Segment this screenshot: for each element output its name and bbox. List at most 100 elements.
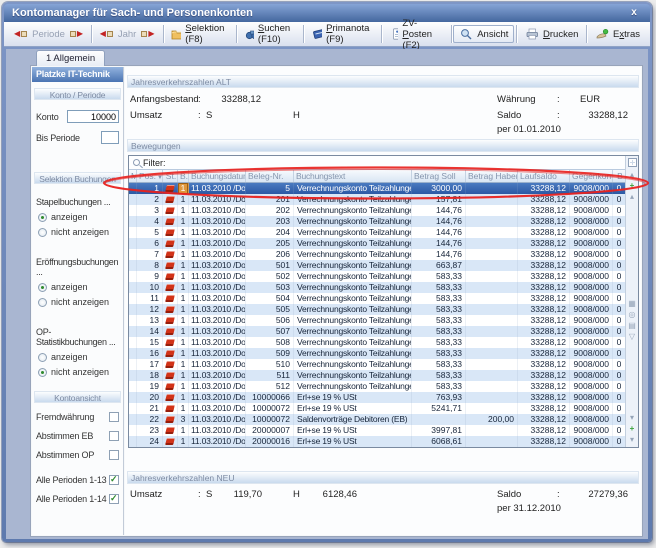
table-row[interactable]: 12 1 11.03.2010 /Do 505 Verrechnungskont… <box>129 304 625 315</box>
jahr-next-button[interactable]: ▶ <box>139 28 156 40</box>
umsatz-neu-h-value: 6128,46 <box>305 489 357 500</box>
table-row[interactable]: 11 1 11.03.2010 /Do 504 Verrechnungskont… <box>129 293 625 304</box>
scroll-first-icon[interactable]: ▴ <box>630 170 634 179</box>
arrow-right-icon: ▶ <box>77 29 83 39</box>
booking-stamp-icon <box>165 273 175 280</box>
suchen-button[interactable]: Suchen (F10) <box>239 20 301 48</box>
column-header-betrag-haben[interactable]: Betrag Haben <box>466 170 518 182</box>
column-header-buchungsdatum[interactable]: Buchungsdatum <box>189 170 246 182</box>
table-row[interactable]: 21 1 11.03.2010 /Do 10000072 Erl+se 19 %… <box>129 403 625 414</box>
grid-view-icon[interactable]: ▦ <box>628 299 636 308</box>
radio-icon <box>38 213 47 222</box>
folder-selection-icon <box>171 28 181 40</box>
selektion-button[interactable]: Selektion (F8) <box>165 20 234 48</box>
table-row[interactable]: 3 1 11.03.2010 /Do 202 Verrechnungskonto… <box>129 205 625 216</box>
radio-icon <box>38 298 47 307</box>
close-button[interactable]: x <box>626 4 642 22</box>
checkbox-fremdwaehrung[interactable]: Fremdwährung <box>36 412 119 422</box>
table-row[interactable]: 22 3 11.03.2010 /Do 10000072 Saldenvortr… <box>129 414 625 425</box>
table-row[interactable]: 16 1 11.03.2010 /Do 509 Verrechnungskont… <box>129 348 625 359</box>
table-row[interactable]: 2 1 11.03.2010 /Do 201 Verrechnungskonto… <box>129 194 625 205</box>
table-row[interactable]: 14 1 11.03.2010 /Do 507 Verrechnungskont… <box>129 326 625 337</box>
grid-filter-row[interactable]: Filter: <box>129 156 625 170</box>
checkbox-alle-perioden-14[interactable]: Alle Perioden 1-14 <box>36 494 119 504</box>
table-row[interactable]: 23 1 11.03.2010 /Do 20000007 Erl+se 19 %… <box>129 425 625 436</box>
radio-icon <box>38 353 47 362</box>
table-row[interactable]: 9 1 11.03.2010 /Do 502 Verrechnungskonto… <box>129 271 625 282</box>
toolbar-separator <box>303 25 304 43</box>
toolbar-separator <box>91 25 92 43</box>
periode-next-button[interactable]: ▶ <box>68 28 85 40</box>
details-icon[interactable]: ▤ <box>628 321 636 330</box>
table-row[interactable]: 10 1 11.03.2010 /Do 503 Verrechnungskont… <box>129 282 625 293</box>
bewegungen-rows: 1 1 11.03.2010 /Do 5 Verrechnungskonto T… <box>129 183 625 447</box>
jahr-prev-button[interactable]: ◀ <box>98 28 115 40</box>
booking-stamp-icon <box>165 394 175 401</box>
toolbar-separator <box>381 25 382 43</box>
extras-button[interactable]: Extras <box>589 25 646 43</box>
table-row[interactable]: 17 1 11.03.2010 /Do 510 Verrechnungskont… <box>129 359 625 370</box>
table-row[interactable]: 13 1 11.03.2010 /Do 506 Verrechnungskont… <box>129 315 625 326</box>
table-row[interactable]: 18 1 11.03.2010 /Do 511 Verrechnungskont… <box>129 370 625 381</box>
scroll-up-icon[interactable]: ▴ <box>630 192 634 201</box>
table-row[interactable]: 19 1 11.03.2010 /Do 512 Verrechnungskont… <box>129 381 625 392</box>
magnifier-icon <box>459 28 473 40</box>
radio-op-anzeigen[interactable]: anzeigen <box>38 352 119 362</box>
radio-op-nicht-anzeigen[interactable]: nicht anzeigen <box>38 367 119 377</box>
radio-eroeffnung-anzeigen[interactable]: anzeigen <box>38 282 119 292</box>
column-header-m[interactable]: M <box>129 170 137 182</box>
booking-stamp-icon <box>165 383 175 390</box>
checkbox-icon <box>109 450 119 460</box>
booking-stamp-icon <box>165 229 175 236</box>
table-row[interactable]: 20 1 11.03.2010 /Do 10000066 Erl+se 19 %… <box>129 392 625 403</box>
primanota-button[interactable]: Primanota (F9) <box>306 20 379 48</box>
filter-magnifier-icon <box>133 159 140 166</box>
column-header-laufsaldo[interactable]: Laufsaldo <box>518 170 570 182</box>
column-header-b2[interactable]: B <box>613 170 625 182</box>
table-row[interactable]: 15 1 11.03.2010 /Do 508 Verrechnungskont… <box>129 337 625 348</box>
append-row-icon[interactable]: + <box>630 424 635 433</box>
checkbox-abstimmen-op[interactable]: Abstimmen OP <box>36 450 119 460</box>
table-row[interactable]: 4 1 11.03.2010 /Do 203 Verrechnungskonto… <box>129 216 625 227</box>
column-header-st[interactable]: St. <box>163 170 178 182</box>
insert-row-icon[interactable]: + <box>630 181 635 190</box>
zv-posten-button[interactable]: ZV-Posten (F2) <box>384 15 449 54</box>
column-header-betrag-soll[interactable]: Betrag Soll <box>412 170 466 182</box>
table-row[interactable]: 5 1 11.03.2010 /Do 204 Verrechnungskonto… <box>129 227 625 238</box>
column-header-buchungstext[interactable]: Buchungstext <box>294 170 412 182</box>
scroll-down-icon[interactable]: ▾ <box>630 413 634 422</box>
column-header-beleg-nr[interactable]: Beleg-Nr. <box>246 170 294 182</box>
column-chooser-icon[interactable] <box>628 158 637 167</box>
scroll-last-icon[interactable]: ▾ <box>630 435 634 444</box>
konto-input[interactable] <box>67 110 119 123</box>
table-row[interactable]: 8 1 11.03.2010 /Do 501 Verrechnungskonto… <box>129 260 625 271</box>
column-header-b[interactable]: B. <box>178 170 189 182</box>
jahresverkehrszahlen-alt-header: Jahresverkehrszahlen ALT <box>127 75 639 88</box>
ansicht-button[interactable]: Ansicht <box>453 25 514 43</box>
tab-allgemein[interactable]: 1 Allgemein <box>36 50 105 66</box>
column-header-gegenkonto[interactable]: Gegenkonto <box>570 170 613 182</box>
checkbox-alle-perioden-13[interactable]: Alle Perioden 1-13 <box>36 475 119 485</box>
periode-prev-button[interactable]: ◀ <box>12 28 29 40</box>
strip-top-group: ▴ + ▴ <box>630 170 635 201</box>
filter-icon[interactable]: ▽ <box>629 332 635 341</box>
radio-stapel-anzeigen[interactable]: anzeigen <box>38 212 119 222</box>
period-box-icon <box>70 31 76 37</box>
table-row[interactable]: 7 1 11.03.2010 /Do 206 Verrechnungskonto… <box>129 249 625 260</box>
table-row[interactable]: 6 1 11.03.2010 /Do 205 Verrechnungskonto… <box>129 238 625 249</box>
zoom-row-icon[interactable]: ◎ <box>629 310 636 319</box>
toolbar-separator <box>163 25 164 43</box>
toolbar-separator <box>516 25 517 43</box>
radio-eroeffnung-nicht-anzeigen[interactable]: nicht anzeigen <box>38 297 119 307</box>
column-header-pos[interactable]: Pos.▼ <box>137 170 163 182</box>
drucken-button[interactable]: Drucken <box>519 25 584 43</box>
radio-stapel-nicht-anzeigen[interactable]: nicht anzeigen <box>38 227 119 237</box>
saldo-alt-label: Saldo <box>497 110 521 121</box>
checkbox-abstimmen-eb[interactable]: Abstimmen EB <box>36 431 119 441</box>
bis-periode-input[interactable] <box>101 131 119 144</box>
umsatz-neu-s-value: 119,70 <box>217 489 262 500</box>
waehrung-value: EUR <box>580 94 600 105</box>
table-row[interactable]: 1 1 11.03.2010 /Do 5 Verrechnungskonto T… <box>129 183 625 194</box>
table-row[interactable]: 24 1 11.03.2010 /Do 20000016 Erl+se 19 %… <box>129 436 625 447</box>
anfangsbestand-value: 33288,12 <box>209 94 261 105</box>
